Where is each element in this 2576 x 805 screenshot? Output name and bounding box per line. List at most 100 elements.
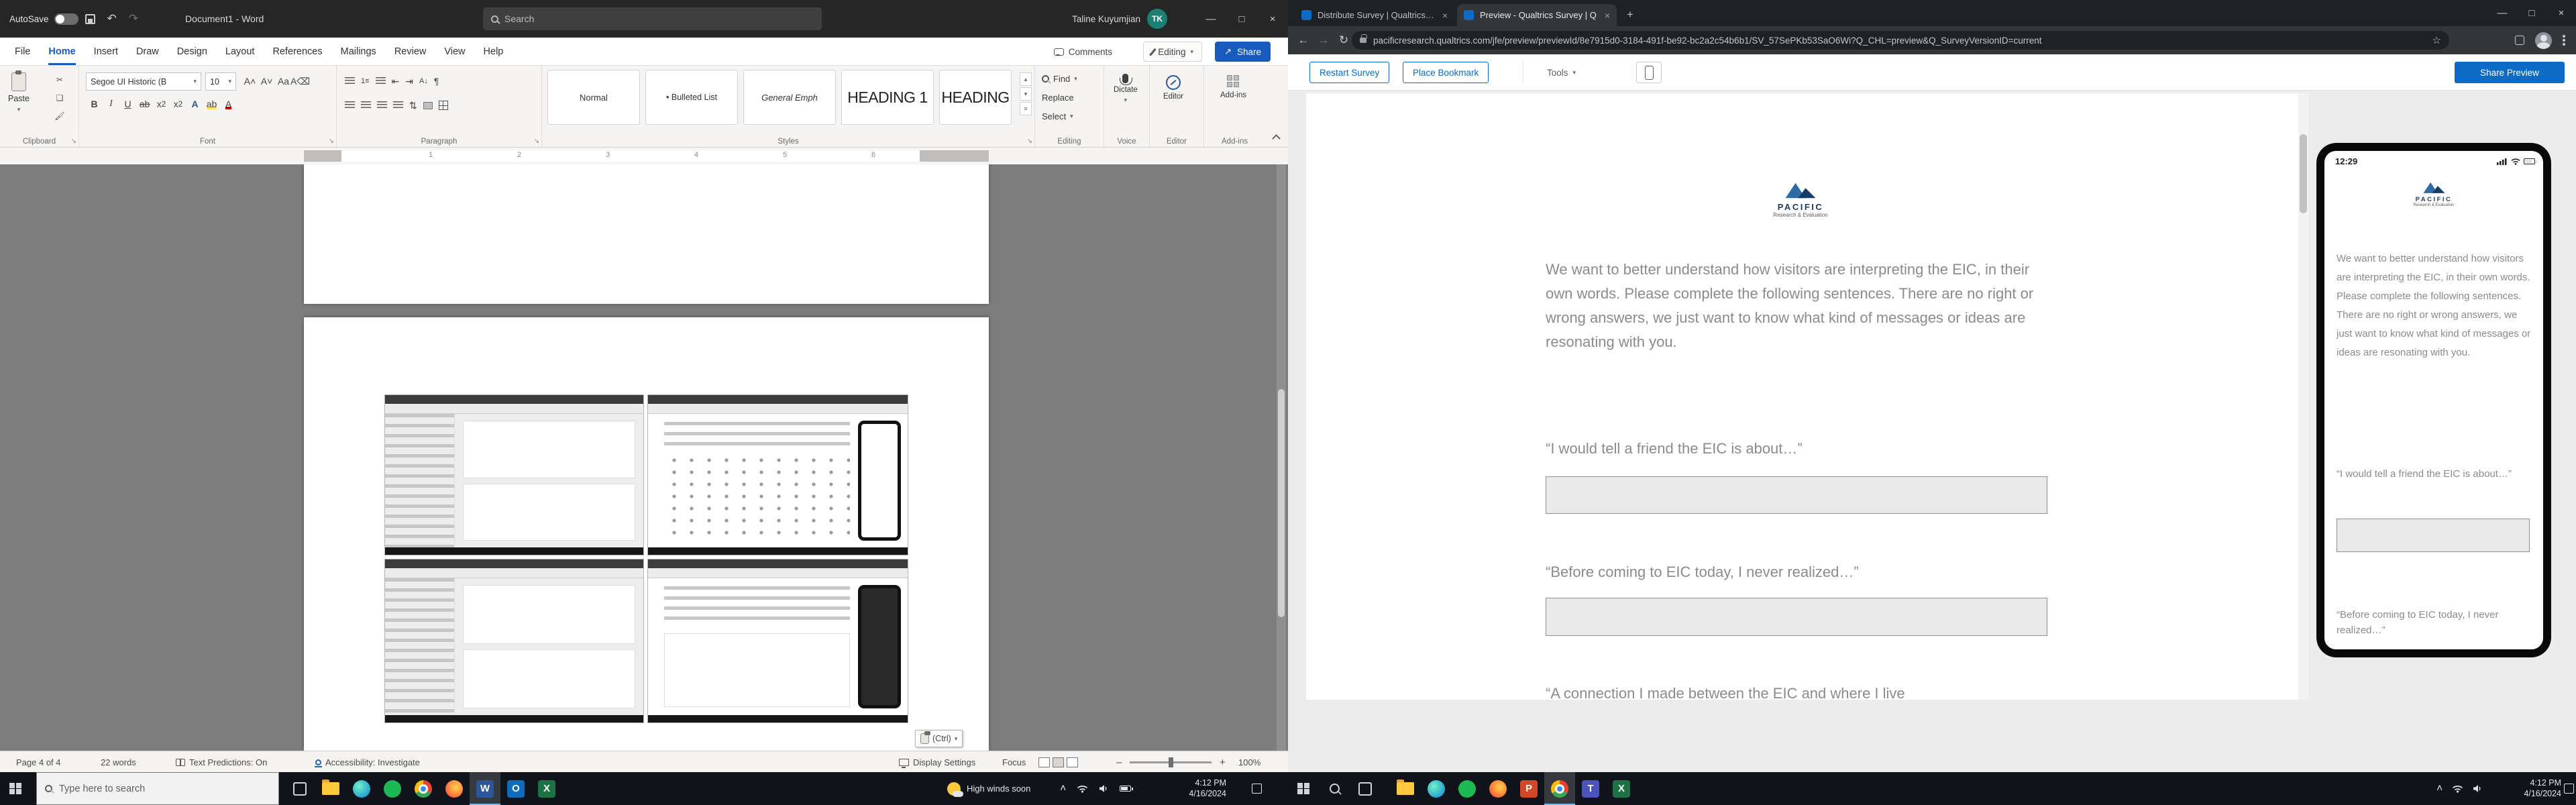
edge-icon[interactable] (1421, 772, 1452, 805)
zoom-slider-thumb[interactable] (1169, 757, 1173, 767)
weather-widget[interactable]: High winds soon (947, 772, 1030, 805)
tab-close-icon[interactable]: × (1442, 10, 1448, 21)
embedded-screenshot-4[interactable] (647, 559, 908, 723)
dialog-launcher-icon[interactable]: ↘ (71, 138, 76, 145)
tab-mailings[interactable]: Mailings (341, 38, 376, 65)
italic-button[interactable]: I (103, 95, 119, 113)
back-icon[interactable]: ← (1293, 30, 1313, 50)
grow-font-icon[interactable]: A˄ (241, 72, 258, 90)
tab-file[interactable]: File (15, 38, 30, 65)
dialog-launcher-icon[interactable]: ↘ (1027, 138, 1032, 145)
profile-avatar[interactable] (2535, 32, 2552, 49)
display-settings-button[interactable]: Display Settings (899, 751, 975, 773)
tab-close-icon[interactable]: × (1605, 10, 1610, 21)
underline-button[interactable]: U (119, 95, 136, 113)
document-area[interactable]: (Ctrl) ▾ (0, 164, 1288, 751)
chrome-icon[interactable] (408, 772, 439, 805)
volume-icon[interactable] (1099, 784, 1109, 793)
focus-button[interactable]: Focus (1002, 751, 1026, 773)
print-layout-icon[interactable] (1053, 757, 1064, 767)
close-button[interactable]: × (1257, 0, 1288, 38)
embedded-screenshot-3[interactable] (384, 559, 644, 723)
file-explorer-icon[interactable] (315, 772, 346, 805)
tab-review[interactable]: Review (394, 38, 427, 65)
align-right-icon[interactable] (377, 101, 387, 109)
tab-draw[interactable]: Draw (136, 38, 159, 65)
sort-icon[interactable]: A↓ (419, 72, 428, 90)
zoom-out-button[interactable]: – (1116, 751, 1122, 773)
spotify-icon[interactable] (1452, 772, 1483, 805)
task-view-icon[interactable] (284, 772, 315, 805)
font-size-select[interactable]: 10 ▾ (205, 72, 236, 91)
taskbar-search-box[interactable]: Type here to search (36, 772, 279, 805)
highlight-color-button[interactable]: ab (203, 95, 220, 113)
change-case-icon[interactable]: Aa (275, 72, 292, 90)
line-spacing-icon[interactable]: ⇅ (409, 97, 417, 114)
file-explorer-icon[interactable] (1390, 772, 1421, 805)
outlook-icon[interactable]: O (500, 772, 531, 805)
select-button[interactable]: Select ▾ (1042, 111, 1073, 121)
close-button[interactable]: × (2546, 0, 2576, 26)
editor-button[interactable]: Editor (1163, 75, 1183, 101)
align-center-icon[interactable] (361, 101, 371, 109)
task-view-icon[interactable] (1350, 772, 1381, 805)
share-button[interactable]: ↗ Share (1215, 42, 1271, 62)
tab-distribute-survey[interactable]: Distribute Survey | Qualtrics Ex × (1295, 4, 1454, 26)
search-icon[interactable] (1319, 772, 1350, 805)
taskbar-clock[interactable]: 4:12 PM 4/16/2024 (1162, 777, 1226, 799)
reload-icon[interactable]: ↻ (1334, 30, 1354, 50)
replace-button[interactable]: Replace (1042, 93, 1074, 103)
wifi-icon[interactable] (2452, 784, 2463, 793)
align-left-icon[interactable] (345, 101, 355, 109)
accessibility-status[interactable]: Accessibility: Investigate (315, 751, 420, 773)
collapse-ribbon-icon[interactable] (1272, 134, 1281, 143)
start-button[interactable] (1288, 772, 1319, 805)
editing-mode-button[interactable]: Editing ▾ (1142, 42, 1202, 62)
web-layout-icon[interactable] (1067, 757, 1078, 767)
shrink-font-icon[interactable]: A˅ (258, 72, 275, 90)
styles-more-icon[interactable]: ≡ (1020, 102, 1032, 115)
clear-formatting-icon[interactable]: A⌫ (290, 72, 310, 90)
tab-view[interactable]: View (444, 38, 465, 65)
zoom-level[interactable]: 100% (1238, 751, 1260, 773)
strikethrough-button[interactable]: ab (136, 95, 153, 113)
edge-icon[interactable] (346, 772, 377, 805)
share-preview-button[interactable]: Share Preview (2455, 62, 2565, 83)
borders-icon[interactable] (438, 101, 448, 110)
address-bar[interactable]: pacificresearch.qualtrics.com/jfe/previe… (1352, 31, 2449, 50)
maximize-button[interactable]: □ (1226, 0, 1257, 38)
shading-icon[interactable] (423, 101, 433, 109)
embedded-screenshot-2[interactable] (647, 394, 908, 555)
cut-icon[interactable]: ✂ (52, 72, 67, 87)
dialog-launcher-icon[interactable]: ↘ (329, 138, 334, 145)
bookmark-star-icon[interactable]: ☆ (2432, 34, 2441, 46)
text-effects-icon[interactable]: A (186, 95, 203, 113)
decrease-indent-icon[interactable]: ⇤ (392, 72, 400, 90)
justify-icon[interactable] (393, 101, 403, 109)
teams-icon[interactable]: T (1575, 772, 1606, 805)
style-heading2[interactable]: HEADING (939, 70, 1012, 125)
comments-button[interactable]: Comments (1046, 42, 1120, 62)
minimize-button[interactable]: — (1195, 0, 1226, 38)
mobile-preview-toggle[interactable] (1636, 62, 1662, 83)
notification-center-icon[interactable] (2564, 784, 2574, 794)
redo-icon[interactable]: ↷ (129, 12, 138, 25)
minimize-button[interactable]: — (2487, 0, 2517, 26)
find-button[interactable]: Find ▾ (1042, 74, 1077, 84)
answer-input-1[interactable] (2337, 519, 2530, 552)
forward-icon[interactable]: → (1313, 30, 1334, 50)
zoom-in-button[interactable]: + (1220, 751, 1226, 773)
tab-insert[interactable]: Insert (94, 38, 118, 65)
paste-options-button[interactable]: (Ctrl) ▾ (915, 730, 963, 747)
excel-icon[interactable]: X (1606, 772, 1637, 805)
document-scrollbar[interactable] (1277, 164, 1286, 751)
taskbar-clock[interactable]: 4:12 PM 4/16/2024 (2510, 777, 2561, 799)
tab-home[interactable]: Home (48, 38, 75, 65)
scrollbar-thumb[interactable] (2300, 134, 2307, 213)
battery-icon[interactable] (1120, 786, 1134, 792)
tab-design[interactable]: Design (177, 38, 207, 65)
start-button[interactable] (0, 772, 31, 805)
firefox-icon[interactable] (439, 772, 470, 805)
increase-indent-icon[interactable]: ⇥ (405, 72, 413, 90)
answer-input-1[interactable] (1546, 476, 2047, 514)
